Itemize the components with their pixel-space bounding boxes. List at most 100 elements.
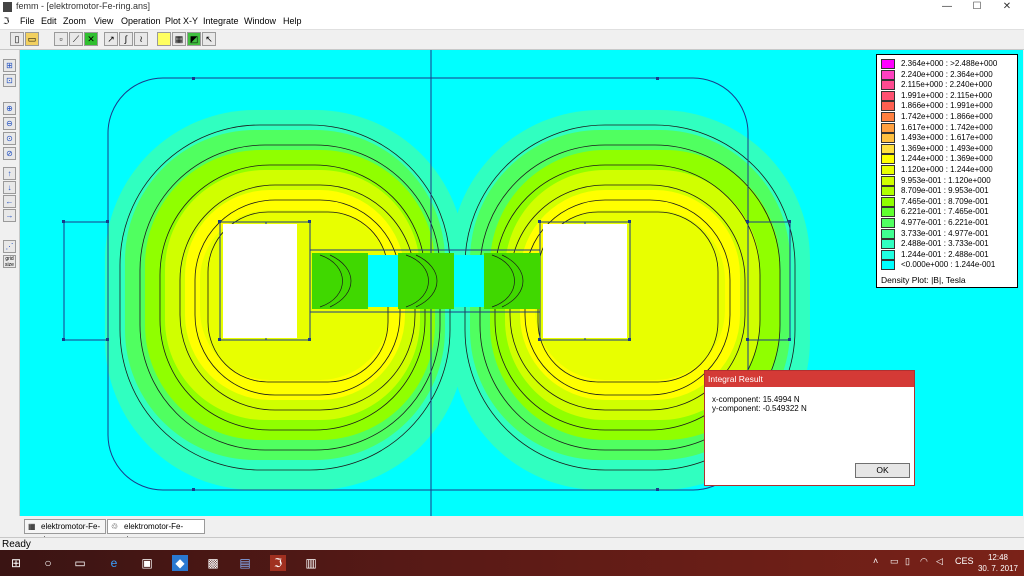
colour-map-icon[interactable]: ◩ — [187, 32, 201, 46]
integrate-icon[interactable]: ∫ — [119, 32, 133, 46]
menu-operation[interactable]: Operation — [121, 16, 161, 26]
vector-icon[interactable]: ≀ — [134, 32, 148, 46]
legend-range: 1.493e+000 : 1.617e+000 — [901, 133, 993, 143]
legend-swatch — [881, 249, 895, 260]
legend-swatch — [881, 122, 895, 133]
legend-range: 1.244e+000 : 1.369e+000 — [901, 154, 993, 164]
legend-entry: 6.221e-001 : 7.465e-001 — [881, 207, 1015, 218]
legend-swatch — [881, 101, 895, 112]
open-file-icon[interactable]: ▭ — [25, 32, 39, 46]
zoom-window-icon[interactable]: ⊘ — [3, 147, 16, 160]
area-mode-icon[interactable]: ✕ — [84, 32, 98, 46]
legend-swatch — [881, 59, 895, 69]
store-icon[interactable]: ▣ — [139, 555, 155, 571]
document-tabs: ▦ elektromotor-Fe-ring ♲ elektromotor-Fe… — [20, 517, 1023, 544]
legend-entry: 1.244e+000 : 1.369e+000 — [881, 154, 1015, 165]
battery-icon[interactable]: ▯ — [905, 556, 910, 567]
legend-range: 3.733e-001 : 4.977e-001 — [901, 228, 989, 238]
status-text: Ready — [2, 539, 31, 550]
plot-icon[interactable]: ↗ — [104, 32, 118, 46]
menu-file[interactable]: File — [20, 16, 35, 26]
ok-button[interactable]: OK — [855, 463, 910, 478]
menu-view[interactable]: View — [94, 16, 113, 26]
legend-range: 2.115e+000 : 2.240e+000 — [901, 80, 993, 90]
legend-range: <0.000e+000 : 1.244e-001 — [901, 260, 996, 270]
tab-elektromotor-fe-ring-ans[interactable]: ♲ elektromotor-Fe-ring.ans — [107, 519, 205, 544]
legend-swatch — [881, 80, 895, 91]
snap-grid-icon[interactable]: ⊡ — [3, 74, 16, 87]
language-indicator[interactable]: CES — [955, 556, 974, 566]
new-file-icon[interactable]: ▯ — [10, 32, 24, 46]
arrow-icon[interactable]: ↖ — [202, 32, 216, 46]
close-button[interactable]: ✕ — [992, 0, 1022, 14]
legend-range: 2.364e+000 : >2.488e+000 — [901, 59, 998, 68]
tab-elektromotor-fe-ring[interactable]: ▦ elektromotor-Fe-ring — [24, 519, 106, 544]
zoom-in-icon[interactable]: ⊕ — [3, 102, 16, 115]
wifi-icon[interactable]: ◠ — [920, 556, 928, 567]
show-mesh-icon[interactable]: ▦ — [172, 32, 186, 46]
zoom-out-icon[interactable]: ⊖ — [3, 117, 16, 130]
zoom-natural-icon[interactable]: ⊙ — [3, 132, 16, 145]
point-mode-icon[interactable]: ▫ — [54, 32, 68, 46]
edge-browser-icon[interactable]: e — [106, 555, 122, 571]
tray-chevron-icon[interactable]: ˄ — [873, 556, 878, 566]
legend-range: 9.953e-001 : 1.120e+000 — [901, 175, 991, 185]
dropbox-icon[interactable]: ◆ — [172, 555, 188, 571]
minimize-button[interactable]: — — [932, 0, 962, 14]
legend-entry: 1.991e+000 : 2.115e+000 — [881, 90, 1015, 102]
legend-range: 8.709e-001 : 9.953e-001 — [901, 186, 989, 196]
legend-entry: 2.364e+000 : >2.488e+000 — [881, 59, 1015, 70]
legend-range: 1.617e+000 : 1.742e+000 — [901, 122, 993, 132]
menu-edit[interactable]: Edit — [41, 16, 57, 26]
legend-entry: 1.120e+000 : 1.244e+000 — [881, 165, 1015, 176]
app-icon[interactable]: ▩ — [205, 555, 221, 571]
legend-entry: 1.742e+000 : 1.866e+000 — [881, 112, 1015, 123]
legend-swatch — [881, 207, 895, 218]
contour-mode-icon[interactable]: ⟋ — [69, 32, 83, 46]
task-view-icon[interactable]: ▭ — [72, 555, 88, 571]
save-icon[interactable]: ▤ — [237, 555, 253, 571]
pan-down-icon[interactable]: ↓ — [3, 181, 16, 194]
grid-toggle-icon[interactable]: ⋰ — [3, 240, 16, 253]
legend-range: 1.120e+000 : 1.244e+000 — [901, 165, 993, 174]
network-icon[interactable]: ▭ — [890, 556, 899, 567]
windows-start-icon[interactable]: ⊞ — [8, 555, 24, 571]
legend-range: 1.742e+000 : 1.866e+000 — [901, 112, 993, 121]
grid-size-icon[interactable]: grid size — [3, 255, 16, 268]
menu-integrate[interactable]: Integrate — [203, 16, 239, 26]
legend-swatch — [881, 90, 895, 101]
search-icon[interactable]: ○ — [40, 555, 56, 571]
density-icon[interactable] — [157, 32, 171, 46]
menu-zoom[interactable]: Zoom — [63, 16, 86, 26]
clock[interactable]: 12:48 30. 7. 2017 — [975, 552, 1021, 574]
femm-app-icon — [3, 2, 12, 12]
title-bar: femm - [elektromotor-Fe-ring.ans] — ☐ ✕ — [0, 0, 1024, 14]
legend-entry: 3.733e-001 : 4.977e-001 — [881, 228, 1015, 240]
files-icon[interactable]: ▥ — [303, 555, 319, 571]
femm-icon[interactable]: ℑ — [270, 555, 286, 571]
pan-right-icon[interactable]: → — [3, 209, 16, 222]
clock-time: 12:48 — [987, 553, 1009, 562]
right-coil-slot — [543, 224, 627, 338]
legend-entry: 8.709e-001 : 9.953e-001 — [881, 186, 1015, 197]
legend-swatch — [881, 175, 895, 186]
legend-swatch — [881, 239, 895, 250]
snap-icon[interactable]: ⊞ — [3, 59, 16, 72]
menu-window[interactable]: Window — [244, 16, 276, 26]
volume-icon[interactable]: ◁ — [936, 556, 943, 567]
legend-range: 4.977e-001 : 6.221e-001 — [901, 218, 989, 227]
menu-help[interactable]: Help — [283, 16, 302, 26]
maximize-button[interactable]: ☐ — [962, 0, 992, 14]
legend-entry: 4.977e-001 : 6.221e-001 — [881, 218, 1015, 229]
legend-entry: 2.240e+000 : 2.364e+000 — [881, 69, 1015, 81]
pan-up-icon[interactable]: ↑ — [3, 167, 16, 180]
document-icon: ▦ — [28, 522, 36, 531]
clock-date: 30. 7. 2017 — [977, 564, 1019, 573]
menu-plot-xy[interactable]: Plot X-Y — [165, 16, 198, 26]
pan-left-icon[interactable]: ← — [3, 195, 16, 208]
legend-swatch — [881, 186, 895, 197]
left-coil-slot — [223, 224, 297, 338]
legend-title: Density Plot: |B|, Tesla — [881, 275, 966, 285]
window-title: femm - [elektromotor-Fe-ring.ans] — [16, 1, 151, 11]
legend-range: 6.221e-001 : 7.465e-001 — [901, 207, 989, 217]
